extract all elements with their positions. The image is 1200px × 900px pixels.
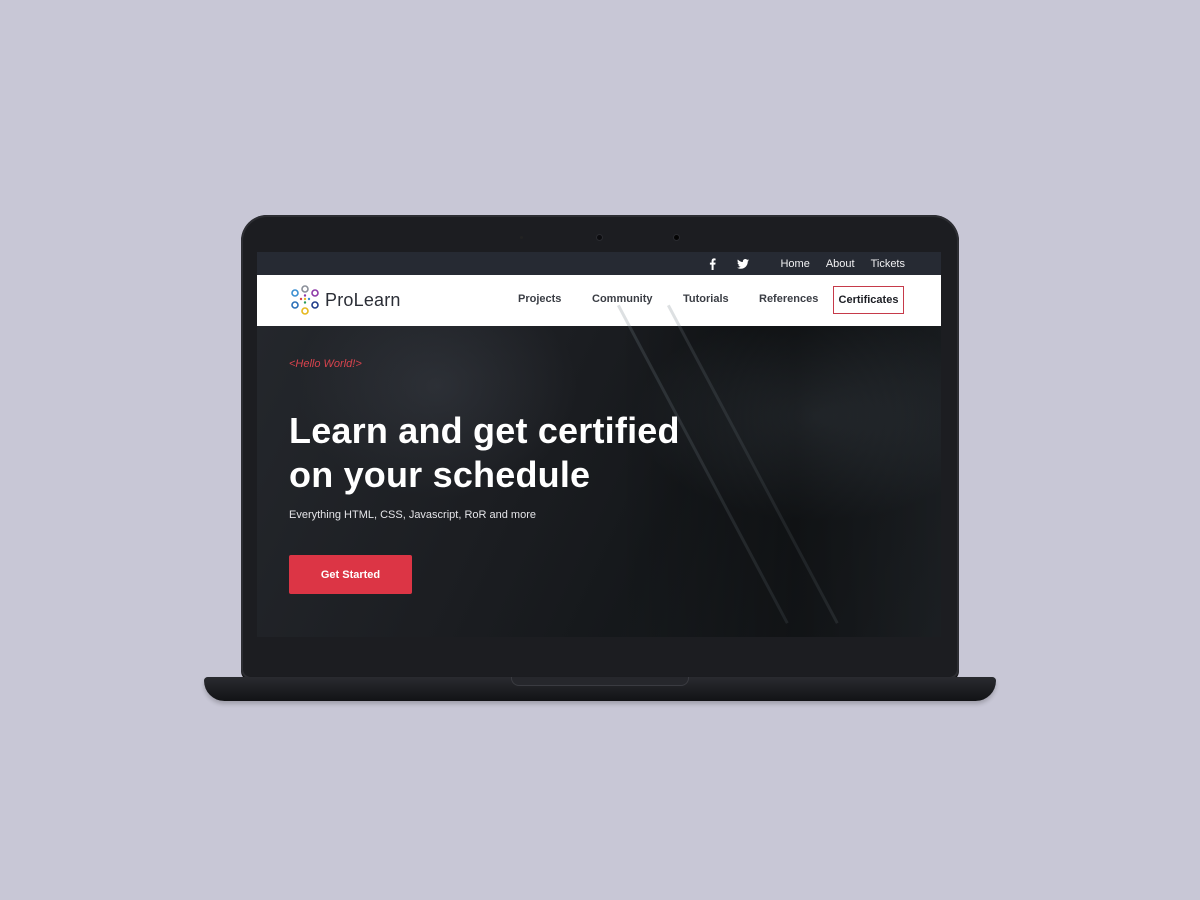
nav-link-community[interactable]: Community: [592, 293, 653, 305]
top-link-about[interactable]: About: [826, 258, 855, 270]
sensor-dot: [674, 235, 679, 240]
hero-tagline: <Hello World!>: [289, 358, 362, 370]
top-utility-bar: Home About Tickets: [257, 252, 941, 275]
sensor-dot: [520, 236, 523, 239]
hero-title-line-2: on your schedule: [289, 454, 591, 495]
certificates-button[interactable]: Certificates: [833, 286, 904, 314]
laptop-base: [204, 677, 996, 701]
get-started-button[interactable]: Get Started: [289, 555, 412, 594]
webcam: [597, 235, 602, 240]
hero-section: <Hello World!> Learn and get certified o…: [257, 304, 941, 637]
nav-link-references[interactable]: References: [759, 293, 818, 305]
hero-title-line-1: Learn and get certified: [289, 410, 680, 451]
top-link-home[interactable]: Home: [780, 258, 809, 270]
main-navbar: ProLearn Projects Community Tutorials Re…: [257, 275, 941, 326]
hero-subtitle: Everything HTML, CSS, Javascript, RoR an…: [289, 509, 536, 521]
facebook-icon[interactable]: [702, 257, 722, 270]
nav-links: Projects Community Tutorials References …: [257, 275, 941, 326]
top-link-tickets[interactable]: Tickets: [871, 258, 905, 270]
hero-title: Learn and get certified on your schedule: [289, 409, 680, 497]
laptop-hinge-notch: [511, 677, 689, 686]
twitter-icon[interactable]: [733, 258, 753, 269]
laptop-screen: Home About Tickets ProLearn Projects Com…: [257, 252, 941, 637]
nav-link-tutorials[interactable]: Tutorials: [683, 293, 729, 305]
nav-link-projects[interactable]: Projects: [518, 293, 561, 305]
